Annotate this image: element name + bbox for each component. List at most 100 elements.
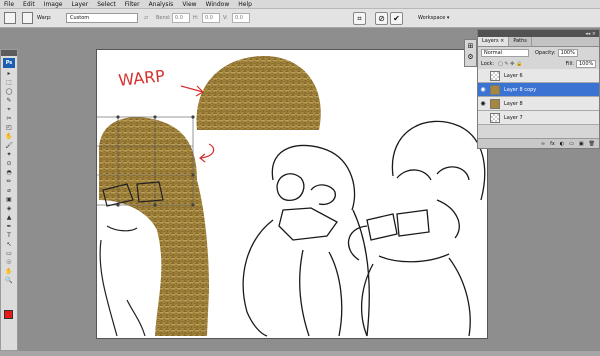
menu-help[interactable]: Help [238, 0, 252, 9]
3d-rotate-tool-icon[interactable]: ☉ [3, 259, 15, 267]
blend-mode-select[interactable]: Normal [481, 48, 529, 57]
layer-row-selected[interactable]: ◉ Layer 8 copy [478, 83, 599, 97]
adjustment-layer-icon[interactable]: ◐ [560, 141, 564, 147]
brush-tool-icon[interactable]: 🖌 [3, 142, 15, 150]
layer-name: Layer 6 [504, 72, 523, 79]
warp-style-select[interactable]: Custom [66, 13, 138, 23]
layer-list: Layer 6 ◉ Layer 8 copy ◉ Layer 8 Layer 7 [478, 69, 599, 125]
layer-mask-icon[interactable]: ▭ [569, 141, 574, 147]
menu-view[interactable]: View [182, 0, 196, 9]
type-tool-icon[interactable]: T [3, 232, 15, 240]
layers-panel-titlebar[interactable]: ◂◂ × [478, 30, 599, 37]
bend-label: Bend: [156, 15, 171, 21]
v-distortion-label: V: [223, 15, 228, 21]
panel-collapse-icon[interactable]: ◂◂ × [585, 31, 596, 37]
menu-bar: File Edit Image Layer Select Filter Anal… [0, 0, 600, 9]
eraser-tool-icon[interactable]: ◓ [3, 169, 15, 177]
eye-icon[interactable]: ◉ [478, 100, 488, 107]
warp-label: Warp: [37, 15, 52, 21]
healing-tool-icon[interactable]: ✋ [3, 133, 15, 141]
history-panel-icon[interactable]: ⊞ [466, 42, 475, 51]
zoom-tool-icon[interactable]: 🔍 [3, 277, 15, 285]
hay-texture-top [196, 55, 321, 130]
opacity-field[interactable]: 100% [557, 48, 578, 57]
menu-window[interactable]: Window [206, 0, 230, 9]
link-layers-icon[interactable]: ∞ [541, 141, 545, 147]
marquee-tool-icon[interactable]: ⬚ [3, 79, 15, 87]
sketch-artwork: WARP [97, 55, 486, 337]
warp-mode-toggle-icon[interactable] [22, 12, 33, 24]
tool-preset-icon[interactable] [4, 12, 16, 24]
eyedropper-tool-icon[interactable]: ◰ [3, 124, 15, 132]
menu-analysis[interactable]: Analysis [149, 0, 174, 9]
tools-panel: Ps ▸ ⬚ ◯ ✎ ⌖ ✂ ◰ ✋ 🖌 ✦ ⊙ ◓ ✏ ⌀ ▣ ◈ ▲ ✒ T… [0, 49, 18, 351]
warp-annotation: WARP [117, 66, 166, 90]
cancel-transform-icon[interactable]: ⊘ [375, 12, 388, 25]
layers-panel-footer: ∞ fx ◐ ▭ ▣ 🗑 [478, 138, 599, 148]
commit-transform-icon[interactable]: ✔ [390, 12, 403, 25]
hand-tool-icon[interactable]: ✋ [3, 268, 15, 276]
warp-arrow-hook [199, 143, 215, 163]
lock-label: Lock: [481, 60, 495, 67]
gradient-tool-icon[interactable]: ✏ [3, 178, 15, 186]
options-bar: Warp: Custom ⇄ Bend: 0.0 H: 0.0 V: 0.0 ⌗… [0, 9, 600, 28]
trash-icon[interactable]: 🗑 [589, 141, 595, 147]
v-distortion-field[interactable]: 0.0 [232, 13, 250, 23]
path-select-tool-icon[interactable]: ▲ [3, 214, 15, 222]
pen-alt-tool-icon[interactable]: ✒ [3, 223, 15, 231]
layer-thumbnail [490, 98, 500, 109]
new-layer-icon[interactable]: ▣ [579, 141, 584, 147]
pen-tool-icon[interactable]: ◈ [3, 205, 15, 213]
shape-tool-icon[interactable]: ▭ [3, 250, 15, 258]
blur-tool-icon[interactable]: ⌀ [3, 187, 15, 195]
clone-stamp-tool-icon[interactable]: ✦ [3, 151, 15, 159]
fill-label: Fill: [565, 60, 574, 67]
layer-row[interactable]: Layer 6 [478, 69, 599, 83]
middle-character-sketch [242, 144, 370, 337]
h-distortion-field[interactable]: 0.0 [202, 13, 220, 23]
menu-select[interactable]: Select [97, 0, 116, 9]
crop-tool-icon[interactable]: ⌖ [3, 106, 15, 114]
document-canvas[interactable]: WARP [96, 49, 488, 339]
opacity-label: Opacity: [535, 49, 556, 56]
lock-icons[interactable]: ▢ ✎ ✥ 🔒 [498, 61, 522, 67]
blend-row: Normal Opacity: 100% [478, 47, 599, 58]
menu-file[interactable]: File [4, 0, 14, 9]
fill-field[interactable]: 100% [576, 59, 596, 68]
layer-row[interactable]: ◉ Layer 8 [478, 97, 599, 111]
layer-row[interactable]: Layer 7 [478, 111, 599, 125]
quick-select-tool-icon[interactable]: ✎ [3, 97, 15, 105]
warp-orientation-icon[interactable]: ⇄ [144, 13, 148, 23]
h-distortion-label: H: [193, 15, 199, 21]
photoshop-logo: Ps [3, 58, 15, 68]
move-tool-icon[interactable]: ▸ [3, 70, 15, 78]
actions-panel-icon[interactable]: ⚙ [466, 53, 475, 62]
foreground-color-swatch[interactable] [4, 310, 13, 319]
menu-image[interactable]: Image [44, 0, 63, 9]
history-brush-tool-icon[interactable]: ⊙ [3, 160, 15, 168]
tab-paths[interactable]: Paths [509, 37, 532, 46]
direct-select-tool-icon[interactable]: ↖ [3, 241, 15, 249]
layer-style-icon[interactable]: fx [550, 141, 555, 147]
menu-filter[interactable]: Filter [125, 0, 140, 9]
toggle-warp-icon[interactable]: ⌗ [353, 12, 366, 25]
tab-layers[interactable]: Layers × [478, 37, 510, 46]
layers-panel-tabs: Layers × Paths [478, 37, 599, 47]
dodge-tool-icon[interactable]: ▣ [3, 196, 15, 204]
layer-name: Layer 8 copy [504, 86, 537, 93]
collapsed-panel-strip: ⊞ ⚙ [464, 39, 477, 67]
layer-thumbnail [490, 84, 500, 95]
lasso-tool-icon[interactable]: ◯ [3, 88, 15, 96]
lock-row: Lock: ▢ ✎ ✥ 🔒 Fill: 100% [478, 58, 599, 69]
warp-arrow [180, 85, 204, 97]
workspace-menu[interactable]: Workspace ▾ [418, 13, 449, 23]
eye-icon[interactable]: ◉ [478, 86, 488, 93]
menu-edit[interactable]: Edit [23, 0, 35, 9]
tools-panel-grip[interactable] [1, 50, 17, 56]
slice-tool-icon[interactable]: ✂ [3, 115, 15, 123]
bend-field[interactable]: 0.0 [172, 13, 190, 23]
menu-layer[interactable]: Layer [71, 0, 88, 9]
layer-name: Layer 8 [504, 100, 523, 107]
hay-hair-warped [98, 117, 209, 336]
layers-panel: ⊞ ⚙ ◂◂ × Layers × Paths Normal Opacity: … [464, 29, 600, 149]
